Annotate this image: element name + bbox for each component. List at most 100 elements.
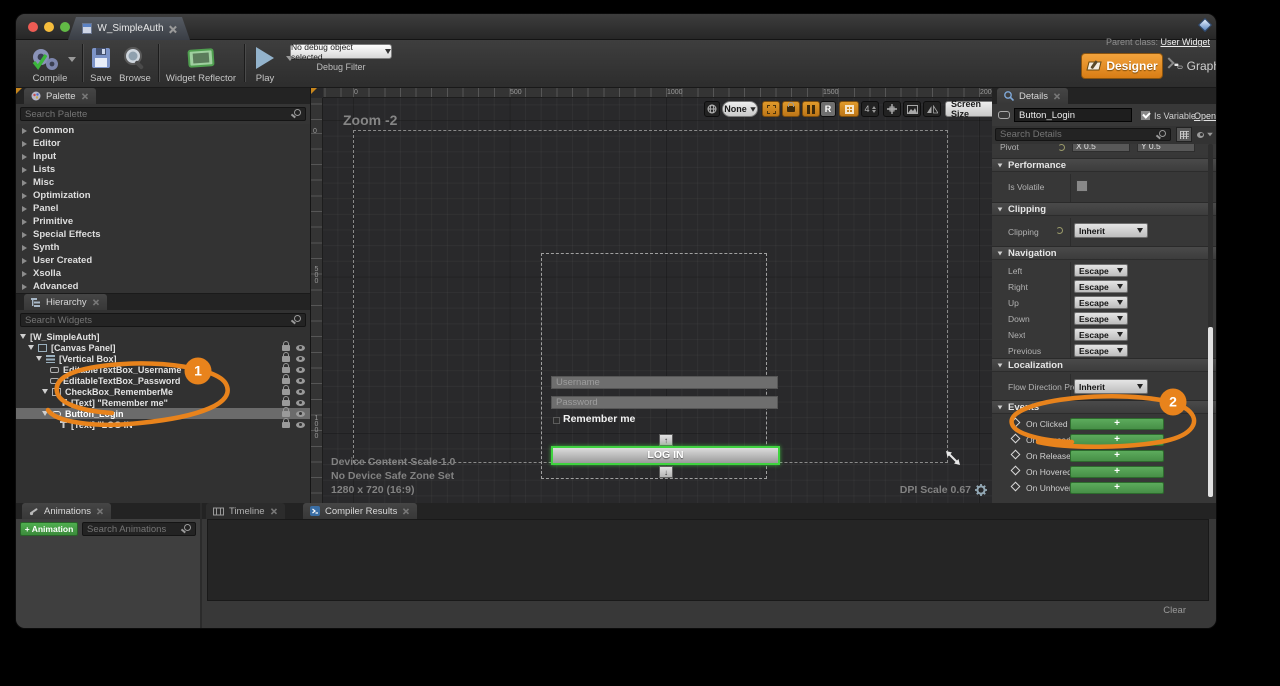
expander-icon[interactable] xyxy=(20,334,26,339)
lock-widgets-button[interactable] xyxy=(782,101,800,117)
hierarchy-tab-close-icon[interactable] xyxy=(92,299,98,305)
expander-icon[interactable] xyxy=(22,284,27,290)
section-navigation[interactable]: Navigation xyxy=(992,246,1216,260)
reorder-up-handle[interactable]: ↑ xyxy=(659,434,673,446)
eye-visibility-icon[interactable] xyxy=(296,356,305,362)
eye-visibility-icon[interactable] xyxy=(296,400,305,406)
transform-mode-button[interactable] xyxy=(883,101,901,117)
alignment-mode-button[interactable] xyxy=(802,101,820,117)
lock-icon[interactable] xyxy=(282,389,290,395)
compiler-results-tab[interactable]: Compiler Results xyxy=(303,503,417,519)
grid-snap-button[interactable] xyxy=(839,101,859,117)
tab-close-icon[interactable] xyxy=(169,25,176,33)
pivot-y-field[interactable]: Y 0.5 xyxy=(1137,144,1195,152)
add-on-clicked-event-button[interactable]: + xyxy=(1070,418,1164,430)
dpi-settings-gear-icon[interactable] xyxy=(975,484,987,496)
widget-name-field[interactable]: Button_Login xyxy=(1014,108,1132,122)
tree-row-text-remember-me[interactable]: [Text] "Remember me" xyxy=(16,397,310,408)
add-on-released-event-button[interactable]: + xyxy=(1070,450,1164,462)
expander-icon[interactable] xyxy=(22,167,27,173)
section-expander-icon[interactable] xyxy=(998,405,1003,409)
add-on-unhovered-event-button[interactable]: + xyxy=(1070,482,1164,494)
remember-me-checkbox-widget[interactable] xyxy=(553,417,560,424)
toggle-outline-mode-button[interactable] xyxy=(762,101,780,117)
minimize-traffic-light[interactable] xyxy=(44,22,54,32)
compile-button[interactable]: Compile xyxy=(22,43,78,87)
tree-row-root[interactable]: [W_SimpleAuth] xyxy=(16,331,310,342)
graph-mode-button[interactable]: Graph xyxy=(1174,53,1216,79)
section-expander-icon[interactable] xyxy=(998,207,1003,211)
palette-search-input[interactable] xyxy=(25,108,289,120)
design-canvas[interactable]: Zoom -2 Username Password Remember me ↑ … xyxy=(323,98,993,503)
animations-search-input[interactable] xyxy=(87,523,179,535)
timeline-tab-close-icon[interactable] xyxy=(270,508,276,514)
section-expander-icon[interactable] xyxy=(998,363,1003,367)
details-search[interactable] xyxy=(995,128,1171,141)
timeline-tab[interactable]: Timeline xyxy=(206,503,285,519)
tree-row-vertical-box[interactable]: [Vertical Box] xyxy=(16,353,310,364)
hierarchy-tab[interactable]: Hierarchy xyxy=(24,294,107,310)
browse-button[interactable]: Browse xyxy=(116,43,154,87)
expander-icon[interactable] xyxy=(22,141,27,147)
details-scrollbar-thumb[interactable] xyxy=(1208,327,1213,497)
respect-locks-button[interactable]: R xyxy=(820,101,836,117)
save-button[interactable]: Save xyxy=(86,43,116,87)
clear-log-button[interactable]: Clear xyxy=(1163,605,1186,616)
palette-category-panel[interactable]: Panel xyxy=(16,202,310,215)
section-clipping[interactable]: Clipping xyxy=(992,202,1216,216)
expander-icon[interactable] xyxy=(22,219,27,225)
tree-row-editabletextbox-password[interactable]: EditableTextBox_Password xyxy=(16,375,310,386)
palette-category-synth[interactable]: Synth xyxy=(16,241,310,254)
expander-icon[interactable] xyxy=(22,128,27,134)
hierarchy-search[interactable] xyxy=(20,313,306,327)
nav-down-dropdown[interactable]: Escape xyxy=(1074,312,1128,325)
expander-icon[interactable] xyxy=(22,193,27,199)
flow-direction-dropdown[interactable]: Inherit xyxy=(1074,379,1148,394)
tree-row-button-login-selected[interactable]: Button_Login xyxy=(16,408,310,419)
details-search-input[interactable] xyxy=(1000,129,1154,140)
tree-row-editabletextbox-username[interactable]: EditableTextBox_Username xyxy=(16,364,310,375)
expander-icon[interactable] xyxy=(22,258,27,264)
compiler-results-tab-close-icon[interactable] xyxy=(403,508,409,514)
details-tab[interactable]: Details xyxy=(997,88,1068,104)
palette-category-optimization[interactable]: Optimization xyxy=(16,189,310,202)
section-events[interactable]: Events xyxy=(992,400,1216,414)
open-link[interactable]: Open B xyxy=(1194,111,1216,121)
eye-visibility-icon[interactable] xyxy=(296,378,305,384)
section-expander-icon[interactable] xyxy=(998,251,1003,255)
reset-icon[interactable] xyxy=(1058,144,1065,151)
grid-snap-size-spinner[interactable]: 4 xyxy=(861,101,879,117)
palette-category-misc[interactable]: Misc xyxy=(16,176,310,189)
login-button-widget[interactable]: LOG IN xyxy=(551,446,780,465)
palette-category-xsolla[interactable]: Xsolla xyxy=(16,267,310,280)
add-on-hovered-event-button[interactable]: + xyxy=(1070,466,1164,478)
reset-icon[interactable] xyxy=(1056,227,1063,234)
spin-up-icon[interactable] xyxy=(872,106,876,109)
remember-me-label-widget[interactable]: Remember me xyxy=(563,413,635,425)
is-variable-checkbox[interactable] xyxy=(1140,110,1151,121)
tree-row-canvas-panel[interactable]: [Canvas Panel] xyxy=(16,342,310,353)
asset-tab[interactable]: W_SimpleAuth xyxy=(68,17,190,40)
maximize-traffic-light[interactable] xyxy=(60,22,70,32)
eye-visibility-icon[interactable] xyxy=(296,422,305,428)
lock-icon[interactable] xyxy=(282,356,290,362)
palette-category-advanced[interactable]: Advanced xyxy=(16,280,310,293)
designer-mode-button[interactable]: Designer xyxy=(1081,53,1163,79)
is-volatile-checkbox[interactable] xyxy=(1076,180,1088,192)
lock-icon[interactable] xyxy=(282,378,290,384)
lock-icon[interactable] xyxy=(282,411,290,417)
tree-row-text-log-in[interactable]: [Text] "LOG IN" xyxy=(16,419,310,430)
lock-icon[interactable] xyxy=(282,367,290,373)
nav-right-dropdown[interactable]: Escape xyxy=(1074,280,1128,293)
flip-preview-button[interactable] xyxy=(923,101,941,117)
animations-tab-close-icon[interactable] xyxy=(97,508,103,514)
expander-icon[interactable] xyxy=(22,245,27,251)
compile-options-caret[interactable] xyxy=(68,57,76,62)
expander-icon[interactable] xyxy=(42,411,48,416)
hierarchy-search-input[interactable] xyxy=(25,314,289,326)
preview-none-dropdown[interactable]: None xyxy=(722,101,758,117)
resize-design-area-handle[interactable] xyxy=(945,450,961,466)
add-animation-button[interactable]: + Animation xyxy=(20,522,78,536)
add-on-pressed-event-button[interactable]: + xyxy=(1070,434,1164,446)
palette-category-common[interactable]: Common xyxy=(16,124,310,137)
